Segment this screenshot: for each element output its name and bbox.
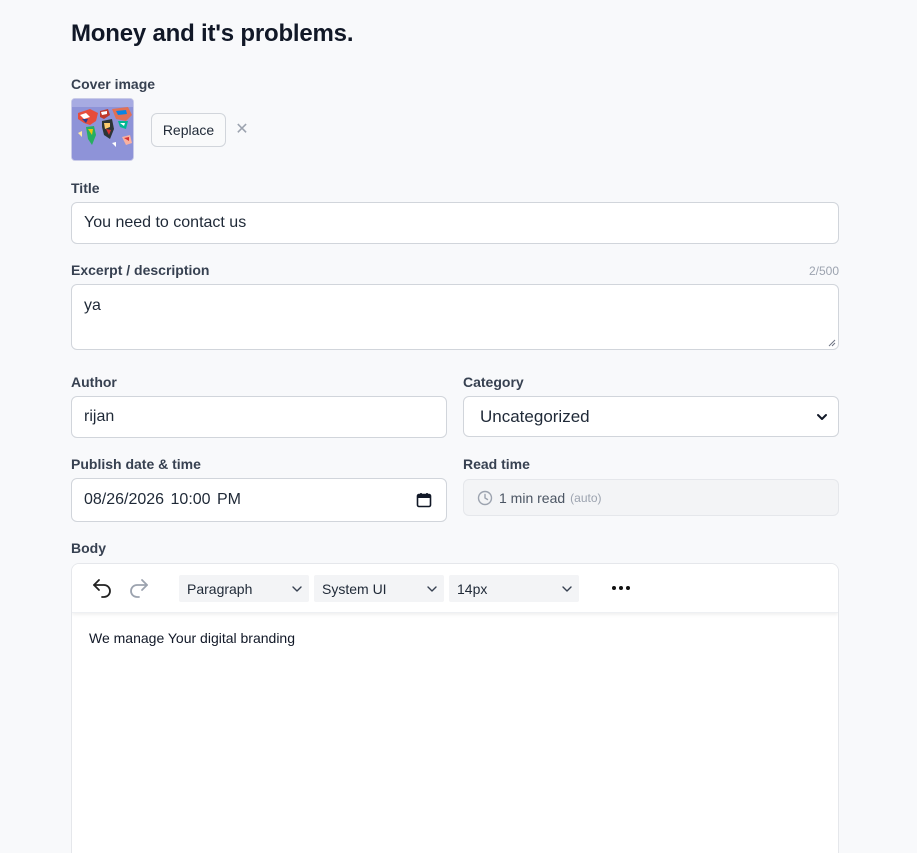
publish-datetime-label: Publish date & time: [71, 456, 201, 472]
calendar-icon[interactable]: [416, 492, 432, 508]
redo-icon[interactable]: [127, 576, 151, 600]
chevron-down-icon: [562, 585, 572, 592]
rich-text-editor[interactable]: Paragraph System UI 14px We manage Your …: [71, 563, 839, 853]
category-label: Category: [463, 374, 524, 390]
block-type-select[interactable]: Paragraph: [179, 575, 309, 602]
excerpt-textarea[interactable]: ya: [71, 284, 839, 350]
editor-toolbar: Paragraph System UI 14px: [72, 564, 838, 613]
page-title: Money and it's problems.: [71, 20, 354, 47]
chevron-down-icon: [817, 413, 827, 420]
read-time-display: 1 min read (auto): [463, 479, 839, 516]
resize-handle-icon[interactable]: [828, 339, 836, 347]
author-label: Author: [71, 374, 117, 390]
remove-cover-icon[interactable]: ✕: [234, 121, 250, 139]
read-time-auto-note: (auto): [570, 490, 602, 505]
excerpt-char-counter: 2/500: [808, 264, 839, 278]
excerpt-textarea-value: ya: [84, 297, 101, 314]
excerpt-label: Excerpt / description: [71, 262, 210, 278]
author-input[interactable]: rijan: [71, 396, 447, 438]
more-horizontal-icon[interactable]: [609, 576, 633, 600]
read-time-label: Read time: [463, 456, 530, 472]
author-input-value: rijan: [84, 408, 115, 425]
editor-body-text[interactable]: We manage Your digital branding: [89, 630, 295, 646]
cover-image-label: Cover image: [71, 76, 156, 92]
title-input-value: You need to contact us: [84, 214, 247, 231]
post-editor-page: Money and it's problems. Cover image Rep…: [0, 0, 917, 853]
category-select[interactable]: Uncategorized: [463, 396, 839, 437]
font-family-value: System UI: [322, 580, 387, 597]
font-size-value: 14px: [457, 580, 488, 597]
block-type-value: Paragraph: [187, 580, 253, 597]
replace-cover-button[interactable]: Replace: [151, 113, 226, 147]
cover-image-picture: [72, 99, 133, 160]
title-label: Title: [71, 180, 100, 196]
title-input[interactable]: You need to contact us: [71, 202, 839, 244]
read-time-value: 1 min read: [499, 489, 566, 506]
chevron-down-icon: [292, 585, 302, 592]
cover-image-thumbnail[interactable]: [71, 98, 134, 161]
publish-datetime-value: 08/26/2026 10:00 PM: [84, 491, 242, 508]
undo-icon[interactable]: [90, 576, 114, 600]
font-size-select[interactable]: 14px: [449, 575, 579, 602]
category-select-value: Uncategorized: [480, 406, 590, 426]
chevron-down-icon: [427, 585, 437, 592]
font-family-select[interactable]: System UI: [314, 575, 444, 602]
clock-icon: [477, 490, 493, 505]
body-label: Body: [71, 540, 106, 556]
publish-datetime-input[interactable]: 08/26/2026 10:00 PM: [71, 478, 447, 522]
